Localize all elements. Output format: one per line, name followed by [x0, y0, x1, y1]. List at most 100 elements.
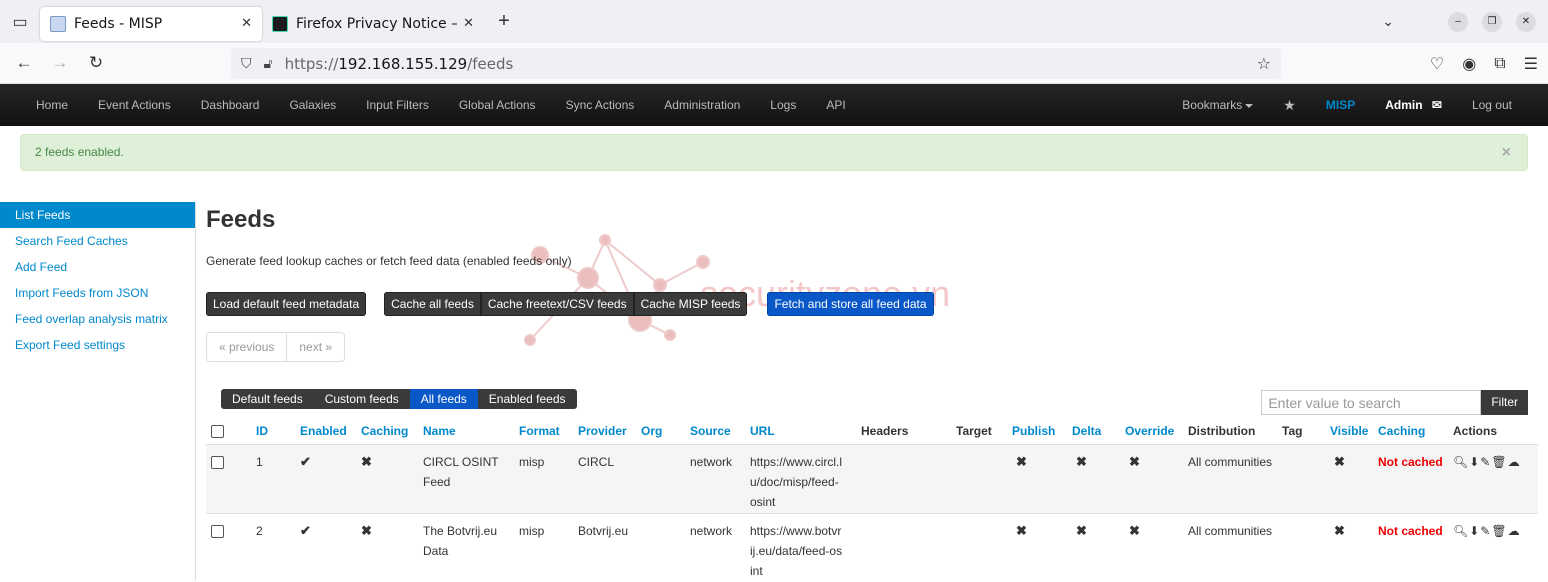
tab-default-feeds[interactable]: Default feeds	[221, 389, 314, 409]
url-bar[interactable]: ⛉ 🔓︎ https://192.168.155.129/feeds ☆	[231, 48, 1281, 79]
lock-icon[interactable]: 🔓︎	[264, 56, 273, 72]
download-icon[interactable]: ⬇	[1469, 524, 1480, 538]
browser-tab-bar: ▭ Feeds - MISP ✕ Firefox Privacy Notice …	[0, 0, 1548, 43]
select-all-checkbox[interactable]	[211, 425, 224, 438]
check-icon[interactable]: ✔	[300, 523, 311, 538]
close-tab-icon[interactable]: ✕	[463, 16, 474, 31]
header-override[interactable]: Override	[1125, 418, 1188, 444]
nav-administration[interactable]: Administration	[649, 98, 755, 112]
header-org[interactable]: Org	[641, 418, 690, 444]
fetch-store-button[interactable]: Fetch and store all feed data	[767, 292, 933, 316]
minimize-icon[interactable]: –	[1448, 12, 1468, 32]
sidebar-item-overlap-matrix[interactable]: Feed overlap analysis matrix	[0, 306, 195, 332]
sidebar-item-search-feed-caches[interactable]: Search Feed Caches	[0, 228, 195, 254]
sidebar-item-list-feeds[interactable]: List Feeds	[0, 202, 195, 228]
nav-galaxies[interactable]: Galaxies	[274, 98, 351, 112]
header-publish[interactable]: Publish	[1012, 418, 1072, 444]
nav-admin[interactable]: Admin ✉	[1370, 98, 1457, 112]
header-source[interactable]: Source	[690, 418, 750, 444]
search-input[interactable]	[1261, 390, 1481, 415]
nav-bookmarks[interactable]: Bookmarks	[1167, 98, 1268, 112]
nav-misp[interactable]: MISP	[1311, 98, 1370, 112]
menu-icon[interactable]: ☰	[1524, 54, 1538, 74]
nav-dashboard[interactable]: Dashboard	[186, 98, 275, 112]
trash-icon[interactable]: 🗑︎	[1491, 524, 1507, 538]
header-caching[interactable]: Caching	[361, 418, 423, 444]
nav-input-filters[interactable]: Input Filters	[351, 98, 444, 112]
header-provider[interactable]: Provider	[578, 418, 641, 444]
extensions-icon[interactable]: ⧉	[1494, 55, 1505, 73]
action-buttons: Load default feed metadata Cache all fee…	[206, 292, 934, 316]
cell-enabled: ✔	[300, 444, 361, 513]
search-icon[interactable]: 🔍︎	[1453, 455, 1469, 469]
forward-icon[interactable]: →	[42, 53, 78, 73]
cache-misp-button[interactable]: Cache MISP feeds	[634, 292, 748, 316]
row-checkbox[interactable]	[211, 456, 224, 469]
nav-logs[interactable]: Logs	[755, 98, 811, 112]
download-icon[interactable]: ⬇	[1469, 455, 1480, 469]
sidebar-item-import-feeds[interactable]: Import Feeds from JSON	[0, 280, 195, 306]
cell-source: network	[690, 513, 750, 582]
maximize-icon[interactable]: ❐	[1482, 12, 1502, 32]
chevron-down-icon[interactable]: ⌄	[1382, 13, 1394, 30]
envelope-icon[interactable]: ✉	[1432, 98, 1442, 112]
tab-list-icon[interactable]: ▭	[0, 0, 40, 43]
filter-button[interactable]: Filter	[1481, 390, 1528, 415]
alert-message: 2 feeds enabled.	[35, 145, 124, 159]
cross-icon[interactable]: ✖	[361, 523, 372, 538]
nav-global-actions[interactable]: Global Actions	[444, 98, 551, 112]
header-visible[interactable]: Visible	[1330, 418, 1378, 444]
header-id[interactable]: ID	[256, 418, 300, 444]
pocket-icon[interactable]: ♡	[1430, 54, 1444, 74]
cell-org	[641, 444, 690, 513]
tab-firefox-privacy[interactable]: Firefox Privacy Notice — ✕	[262, 7, 484, 41]
cache-freetext-button[interactable]: Cache freetext/CSV feeds	[481, 292, 634, 316]
account-icon[interactable]: ◉	[1462, 54, 1476, 74]
cross-icon: ✖	[1076, 454, 1087, 469]
check-icon[interactable]: ✔	[300, 454, 311, 469]
cell-url: https://www.botvrij.eu/data/feed-osint	[750, 513, 861, 582]
close-window-icon[interactable]: ✕	[1516, 12, 1536, 32]
sidebar-item-export-settings[interactable]: Export Feed settings	[0, 332, 195, 358]
trash-icon[interactable]: 🗑︎	[1491, 455, 1507, 469]
bookmark-star-icon[interactable]: ☆	[1257, 54, 1271, 73]
star-icon[interactable]: ★	[1268, 97, 1311, 114]
tab-feeds-misp[interactable]: Feeds - MISP ✕	[40, 7, 262, 41]
edit-icon[interactable]: ✎	[1480, 455, 1491, 469]
nav-event-actions[interactable]: Event Actions	[83, 98, 186, 112]
previous-page-link[interactable]: « previous	[207, 333, 286, 361]
nav-sync-actions[interactable]: Sync Actions	[551, 98, 650, 112]
reload-icon[interactable]: ↻	[78, 53, 114, 73]
tab-custom-feeds[interactable]: Custom feeds	[314, 389, 410, 409]
cell-enabled: ✔	[300, 513, 361, 582]
row-checkbox[interactable]	[211, 525, 224, 538]
cloud-download-icon[interactable]: ☁	[1508, 524, 1521, 538]
close-tab-icon[interactable]: ✕	[241, 16, 252, 31]
tab-all-feeds[interactable]: All feeds	[410, 389, 478, 409]
load-default-feed-button[interactable]: Load default feed metadata	[206, 292, 366, 316]
edit-icon[interactable]: ✎	[1480, 524, 1491, 538]
header-name[interactable]: Name	[423, 418, 519, 444]
tab-enabled-feeds[interactable]: Enabled feeds	[478, 389, 577, 409]
back-icon[interactable]: ←	[6, 53, 42, 73]
cache-all-button[interactable]: Cache all feeds	[384, 292, 481, 316]
nav-api[interactable]: API	[811, 98, 860, 112]
next-page-link[interactable]: next »	[286, 333, 344, 361]
header-enabled[interactable]: Enabled	[300, 418, 361, 444]
header-headers: Headers	[861, 418, 956, 444]
header-cache-status[interactable]: Caching	[1378, 418, 1453, 444]
new-tab-icon[interactable]: +	[484, 10, 524, 33]
search-icon[interactable]: 🔍︎	[1453, 524, 1469, 538]
header-delta[interactable]: Delta	[1072, 418, 1125, 444]
header-url[interactable]: URL	[750, 418, 861, 444]
shield-icon[interactable]: ⛉	[241, 56, 252, 72]
sidebar-item-add-feed[interactable]: Add Feed	[0, 254, 195, 280]
header-format[interactable]: Format	[519, 418, 578, 444]
cloud-download-icon[interactable]: ☁	[1508, 455, 1521, 469]
nav-home[interactable]: Home	[0, 98, 83, 112]
cross-icon[interactable]: ✖	[361, 454, 372, 469]
nav-logout[interactable]: Log out	[1457, 98, 1548, 112]
sidebar: List Feeds Search Feed Caches Add Feed I…	[0, 202, 196, 581]
url-path: /feeds	[467, 55, 513, 73]
close-alert-icon[interactable]: ×	[1502, 144, 1511, 162]
